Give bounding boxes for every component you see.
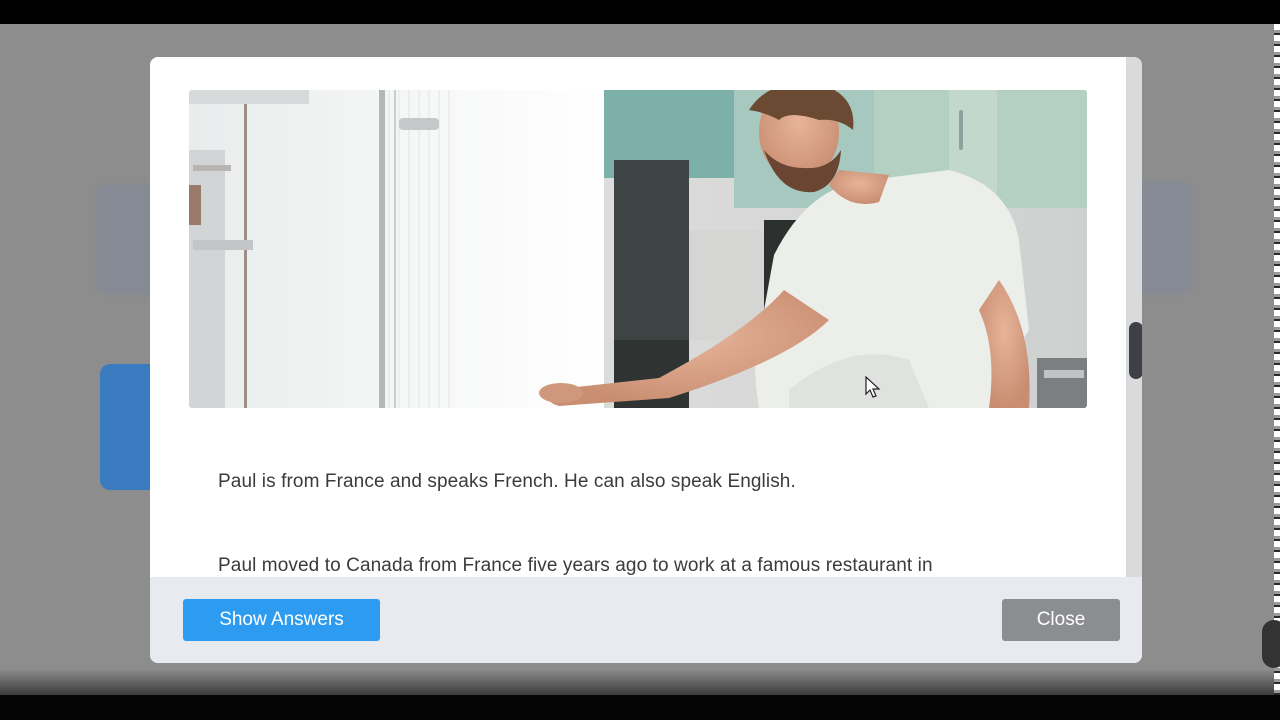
close-button[interactable]: Close	[1002, 599, 1120, 641]
show-answers-button[interactable]: Show Answers	[183, 599, 380, 641]
modal-dialog: Paul is from France and speaks French. H…	[150, 57, 1142, 663]
scrollbar-thumb[interactable]	[1129, 322, 1142, 379]
photo-man-in-kitchen-icon	[189, 90, 1087, 408]
paragraph-2: Paul moved to Canada from France five ye…	[218, 555, 933, 576]
background-fade	[0, 669, 1274, 695]
screen: Paul is from France and speaks French. H…	[0, 0, 1280, 720]
modal-scrollbar[interactable]	[1126, 57, 1142, 577]
paragraph-1: Paul is from France and speaks French. H…	[218, 471, 796, 492]
side-widget	[1262, 620, 1280, 668]
top-letterbox	[0, 0, 1280, 24]
bottom-letterbox	[0, 695, 1280, 720]
mouse-cursor-icon	[865, 376, 881, 398]
edge-artifact-strip	[1274, 24, 1280, 695]
modal-footer: Show Answers Close	[150, 577, 1142, 663]
background-card	[1136, 182, 1192, 294]
modal-body[interactable]: Paul is from France and speaks French. H…	[150, 57, 1126, 577]
